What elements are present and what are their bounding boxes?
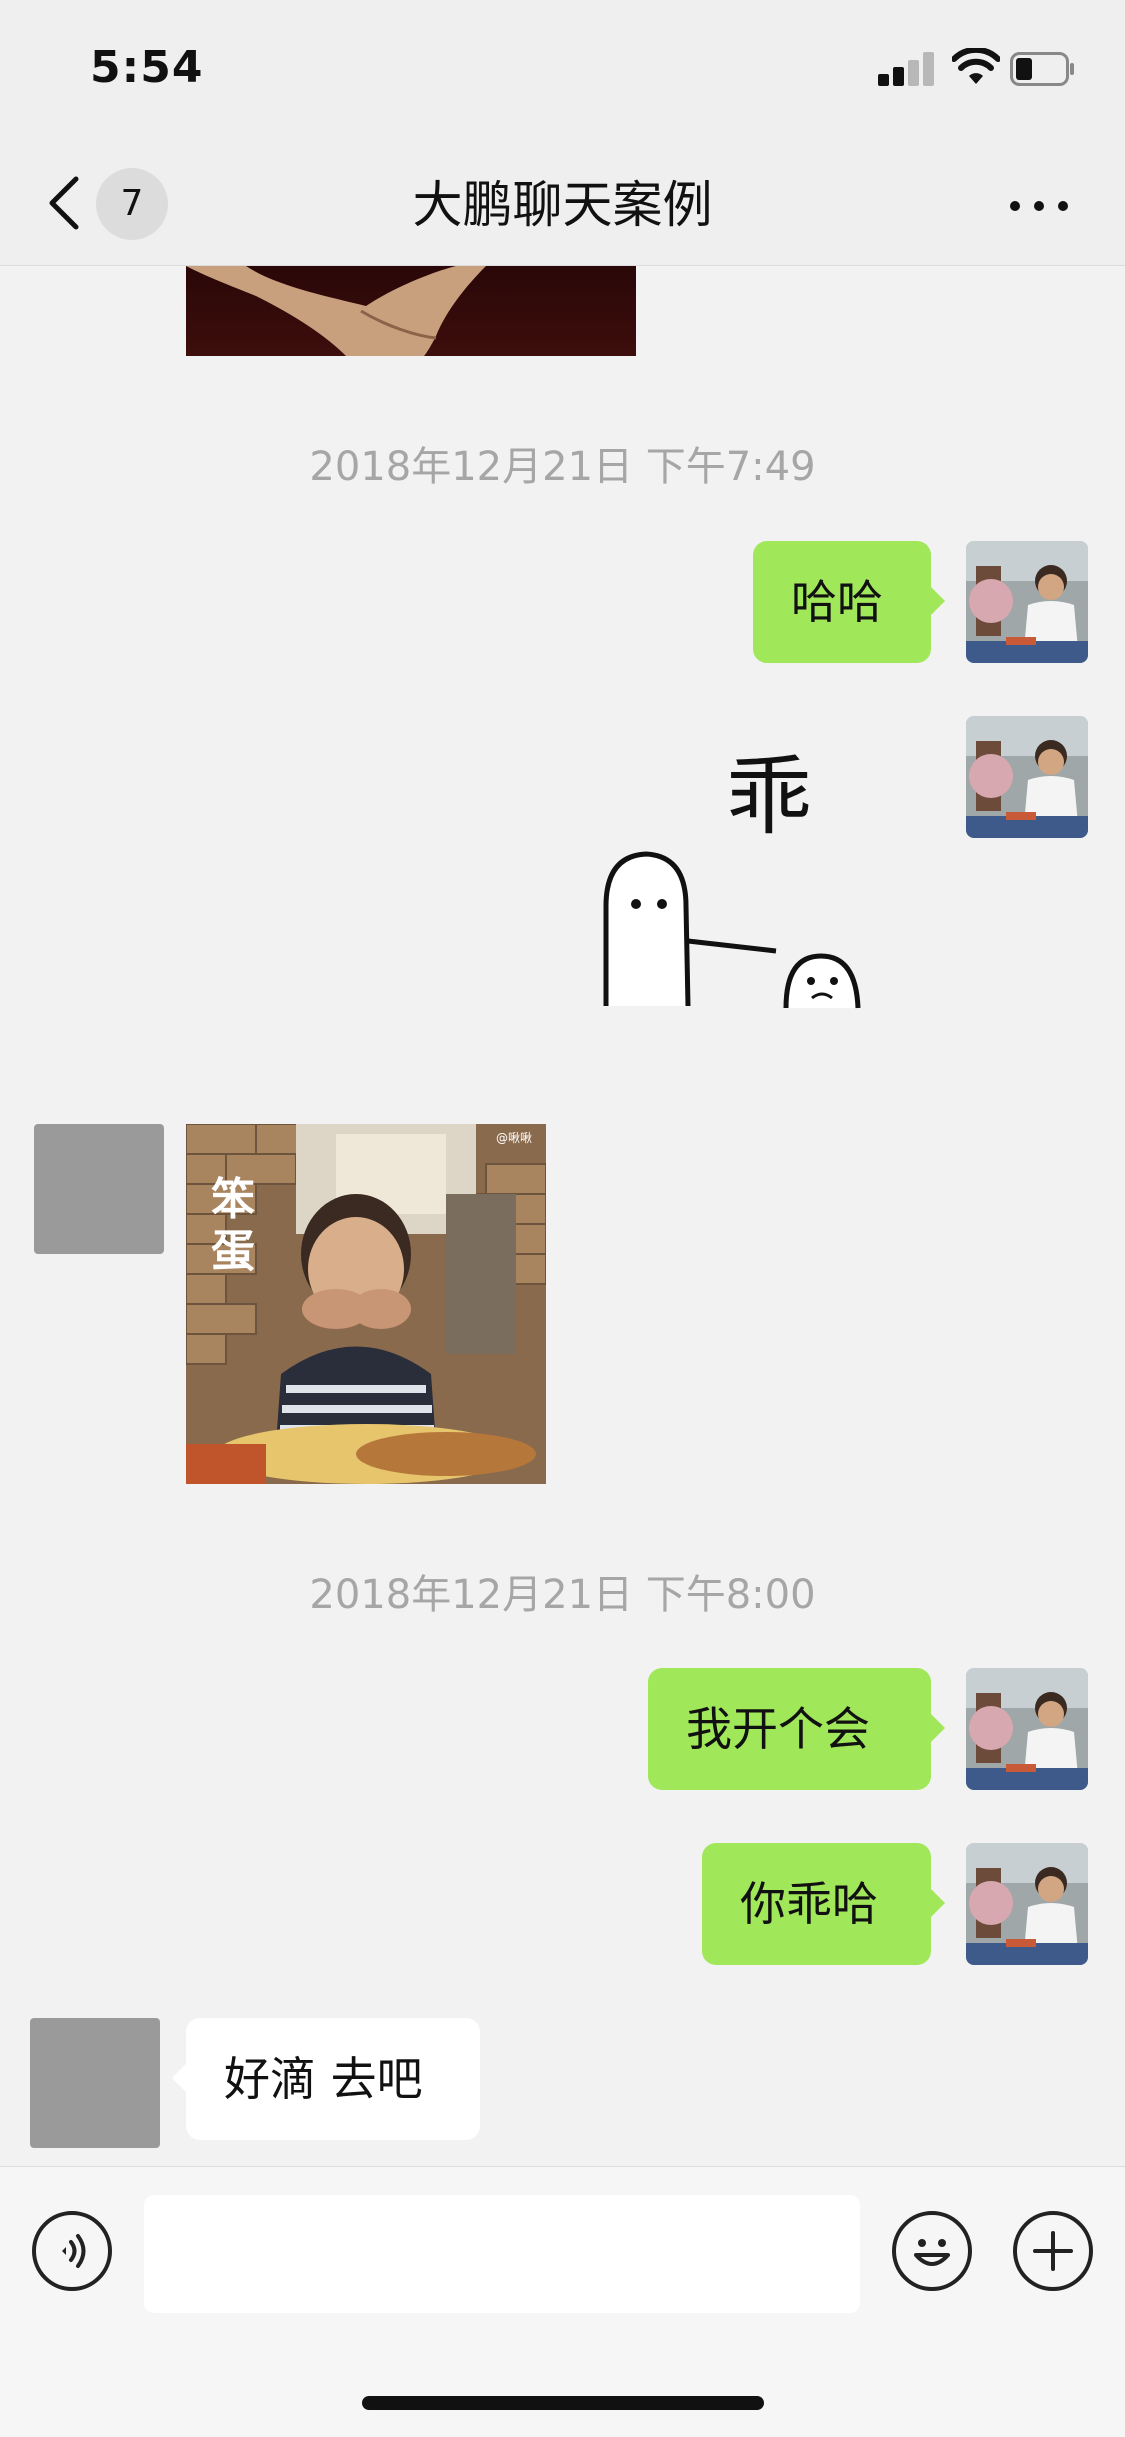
hand-image [186,266,486,356]
message-list[interactable]: 2018年12月21日 下午7:49 哈哈 乖 笨 蛋 @啾啾 2018年12月… [0,266,1125,2166]
voice-icon[interactable] [32,2211,112,2291]
plus-icon[interactable] [1013,2211,1093,2291]
unread-count-badge[interactable]: 7 [96,168,168,240]
sticker-text: 乖 [726,747,812,847]
chat-title: 大鹏聊天案例 [412,176,713,234]
chat-header: 7 大鹏聊天案例 [0,145,1125,266]
message-bubble-sent[interactable]: 你乖哈 [702,1843,945,1965]
avatar[interactable] [966,1843,1088,1965]
timestamp: 2018年12月21日 下午7:49 [309,444,816,490]
sticker-message[interactable]: 乖 [596,736,896,1036]
avatar[interactable] [966,541,1088,663]
message-bubble-sent[interactable]: 我开个会 [648,1668,945,1790]
image-message[interactable]: 笨 蛋 @啾啾 [186,1124,546,1484]
avatar[interactable] [30,2018,160,2148]
message-bubble-sent[interactable]: 哈哈 [753,541,945,663]
avatar[interactable] [966,716,1088,838]
message-input[interactable] [144,2195,860,2313]
status-bar: 5:54 [0,0,1125,145]
ghost-sticker: 乖 [603,747,861,1009]
wifi-icon [952,48,1000,84]
home-indicator[interactable] [362,2396,764,2410]
avatar[interactable] [34,1124,164,1254]
emoji-icon[interactable] [892,2211,972,2291]
image-message[interactable] [186,266,636,356]
child-photo: 笨 蛋 @啾啾 [186,1124,546,1484]
battery-icon [1010,52,1074,86]
more-dots-icon[interactable] [1010,193,1070,217]
timestamp: 2018年12月21日 下午8:00 [309,1572,816,1618]
message-bubble-received[interactable]: 好滴 去吧 [172,2018,480,2140]
avatar[interactable] [966,1668,1088,1790]
cellular-signal-icon [878,52,936,86]
photo-watermark: @啾啾 [496,1131,532,1145]
chevron-left-icon[interactable] [44,173,84,233]
status-time: 5:54 [90,42,204,93]
